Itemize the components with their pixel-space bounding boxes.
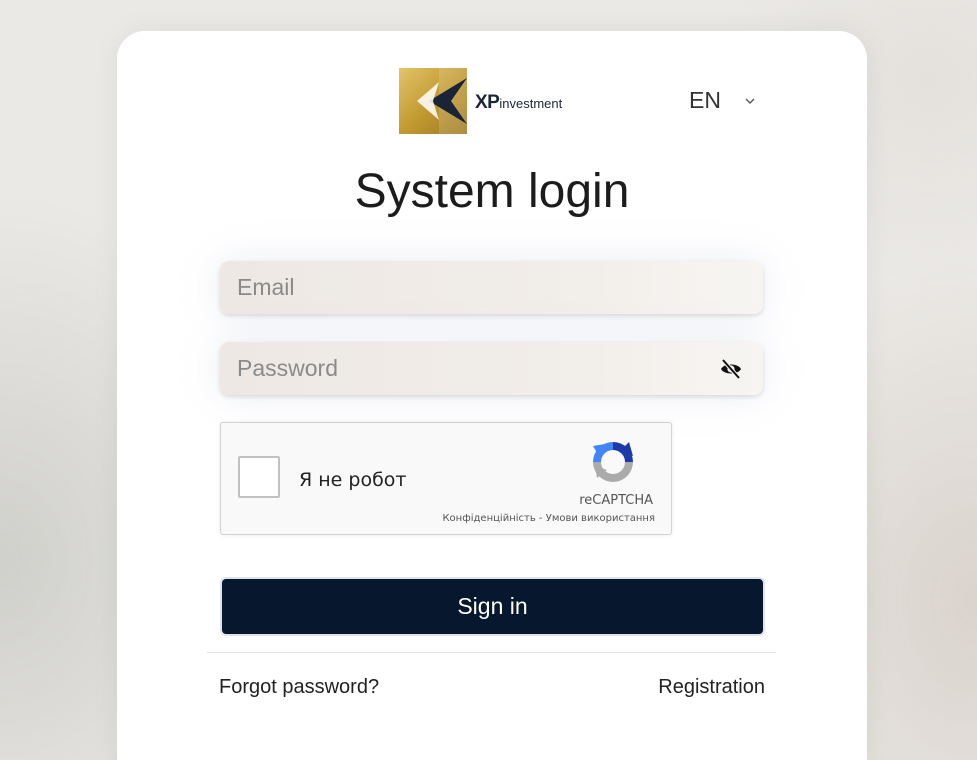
recaptcha-privacy-link[interactable]: Конфіденційність <box>442 513 535 524</box>
recaptcha-logo-icon <box>593 442 633 482</box>
recaptcha-terms-link[interactable]: Умови використання <box>546 513 655 524</box>
language-selector[interactable]: EN <box>689 87 755 114</box>
eye-slash-icon[interactable] <box>719 357 743 381</box>
email-input[interactable] <box>220 260 699 315</box>
language-label: EN <box>689 87 721 113</box>
password-field-wrapper <box>220 341 763 396</box>
email-field-wrapper <box>220 260 763 315</box>
recaptcha-label: Я не робот <box>299 469 407 491</box>
recaptcha-widget: Я не робот reCAPTCHA Конфіденційність - … <box>220 422 672 535</box>
signin-button[interactable]: Sign in <box>220 577 765 636</box>
brand-logo: XPinvestment <box>399 68 579 134</box>
brand-name-bold: XP <box>475 92 500 113</box>
forgot-password-link[interactable]: Forgot password? <box>219 676 379 699</box>
brand-name-light: investment <box>499 96 563 111</box>
divider <box>207 652 776 653</box>
registration-link[interactable]: Registration <box>658 676 765 699</box>
recaptcha-link-separator: - <box>535 513 546 524</box>
login-card: XPinvestment EN System login Я не робот <box>117 31 867 760</box>
xp-logo-icon <box>399 68 467 134</box>
brand-wordmark: XPinvestment <box>475 92 562 114</box>
page-title: System login <box>354 165 630 218</box>
recaptcha-checkbox[interactable] <box>238 456 280 498</box>
recaptcha-brand: reCAPTCHA <box>579 493 653 508</box>
chevron-down-icon <box>745 98 755 104</box>
password-input[interactable] <box>220 341 699 396</box>
recaptcha-links: Конфіденційність - Умови використання <box>442 513 655 524</box>
